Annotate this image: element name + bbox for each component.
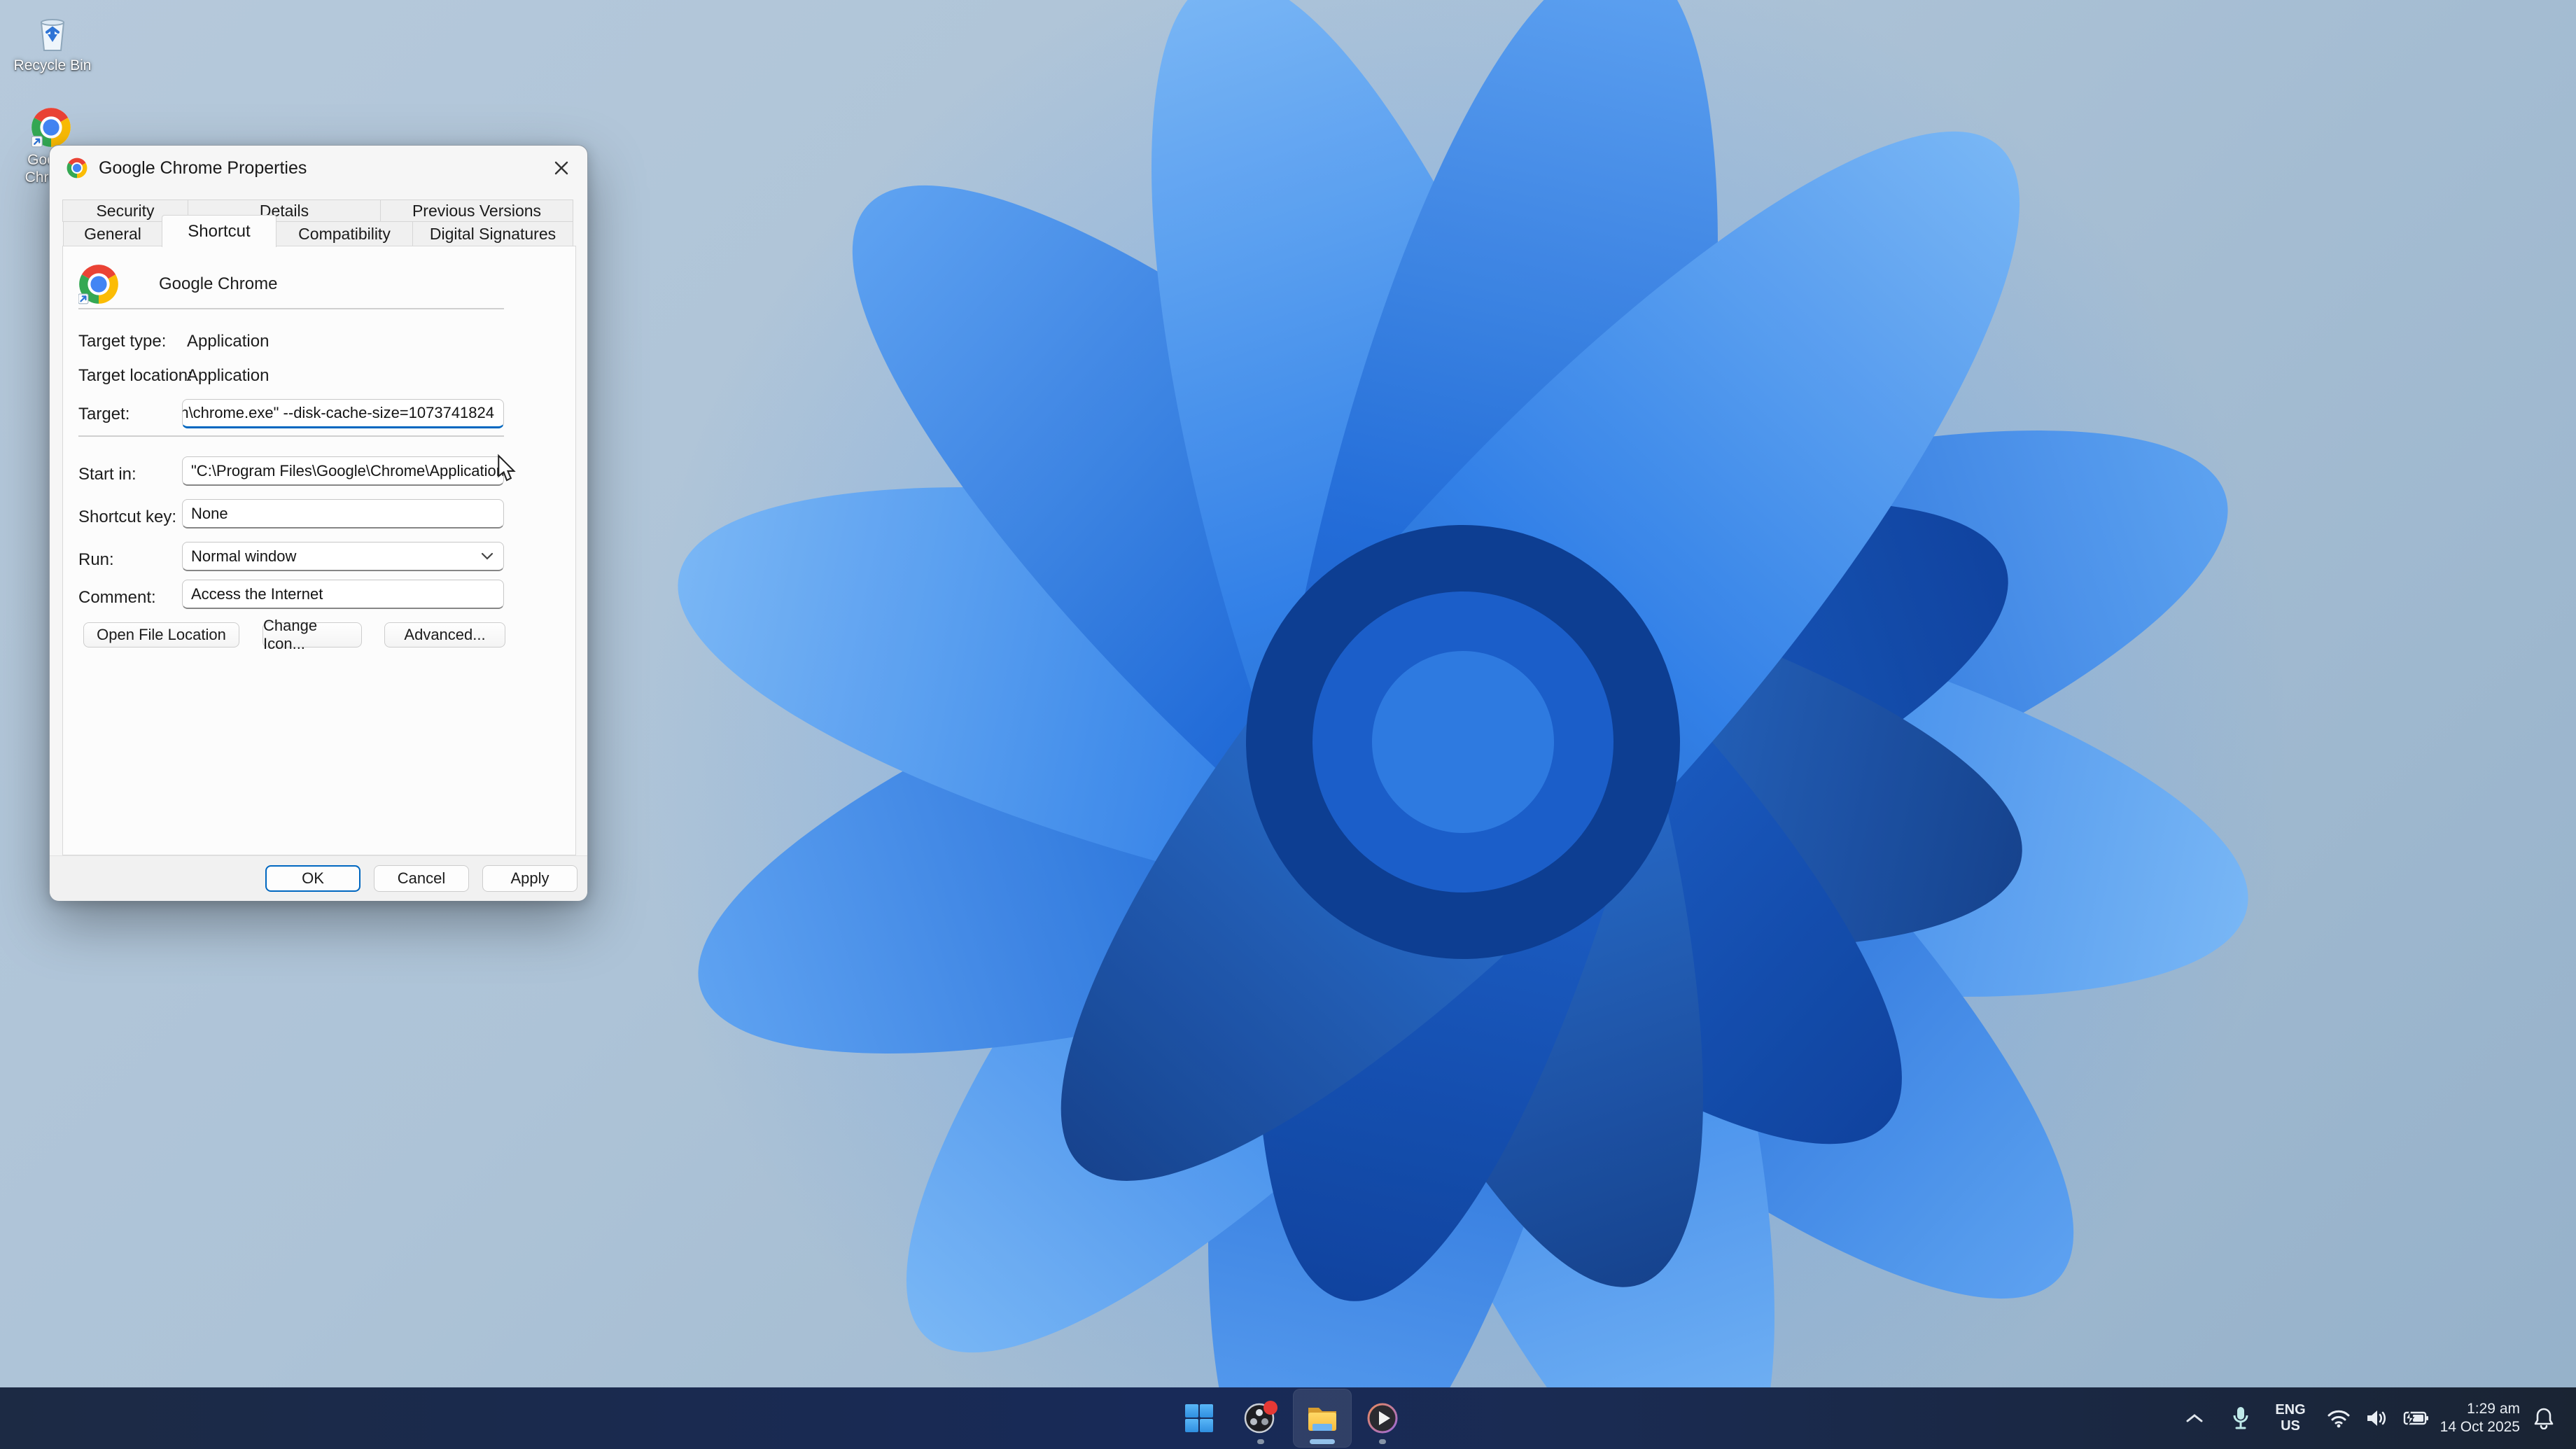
change-icon-button[interactable]: Change Icon...	[262, 617, 362, 652]
mouse-cursor	[498, 454, 516, 482]
speaker-icon	[2367, 1410, 2386, 1426]
dialog-titlebar[interactable]: Google Chrome Properties	[50, 146, 587, 190]
tab-shortcut[interactable]: Shortcut	[162, 215, 276, 247]
target-label: Target:	[78, 405, 130, 424]
obs-studio-button[interactable]	[1231, 1389, 1290, 1448]
tab-general[interactable]: General	[63, 221, 162, 246]
separator	[78, 308, 504, 309]
file-explorer-button[interactable]	[1293, 1389, 1352, 1448]
advanced-button[interactable]: Advanced...	[384, 622, 505, 648]
chevron-up-icon	[2186, 1414, 2203, 1422]
tray-overflow-button[interactable]	[2176, 1387, 2213, 1449]
chrome-app-icon	[78, 264, 119, 304]
recycle-bin-icon	[40, 19, 65, 51]
shortcut-key-label: Shortcut key:	[78, 507, 177, 526]
apply-button[interactable]: Apply	[482, 865, 578, 892]
notification-center-button[interactable]	[2524, 1387, 2563, 1449]
target-location-label: Target location:	[78, 366, 192, 385]
dialog-footer: OK Cancel Apply	[50, 855, 587, 901]
media-player-button[interactable]	[1353, 1389, 1412, 1448]
tab-previous-versions[interactable]: Previous Versions	[380, 200, 573, 222]
target-input[interactable]: ation\chrome.exe" --disk-cache-size=1073…	[182, 399, 504, 428]
microphone-icon	[2233, 1407, 2248, 1429]
target-type-label: Target type:	[78, 332, 167, 351]
chrome-titlebar-icon	[66, 158, 88, 178]
language-indicator[interactable]: ENG US	[2265, 1387, 2316, 1449]
target-location-value: Application	[187, 366, 270, 385]
separator	[78, 435, 504, 437]
media-player-icon	[1367, 1403, 1398, 1434]
target-type-value: Application	[187, 332, 270, 351]
recycle-bin-desktop-icon[interactable]: Recycle Bin	[10, 13, 94, 74]
windows-start-icon	[1185, 1404, 1213, 1432]
chevron-down-icon	[481, 552, 493, 560]
start-in-label: Start in:	[78, 465, 136, 484]
date: 14 Oct 2025	[2440, 1419, 2520, 1435]
start-button[interactable]	[1170, 1389, 1228, 1448]
active-window-indicator	[1310, 1439, 1335, 1444]
chrome-properties-dialog: Google Chrome Properties Security Detail…	[49, 145, 588, 901]
desktop: Recycle Bin Google Chrome Google Chrome …	[0, 0, 2576, 1449]
start-in-input[interactable]: "C:\Program Files\Google\Chrome\Applicat…	[182, 456, 504, 486]
run-label: Run:	[78, 550, 114, 569]
cancel-button[interactable]: Cancel	[374, 865, 469, 892]
run-dropdown[interactable]: Normal window	[182, 542, 504, 571]
open-file-location-button[interactable]: Open File Location	[83, 622, 239, 648]
dialog-title: Google Chrome Properties	[99, 158, 307, 178]
clock[interactable]: 1:29 am 14 Oct 2025	[2415, 1387, 2520, 1449]
wifi-icon	[2328, 1410, 2350, 1428]
running-indicator	[1257, 1439, 1264, 1444]
time: 1:29 am	[2467, 1401, 2520, 1417]
close-button[interactable]	[545, 153, 578, 183]
shortcut-tab-page: Google Chrome Target type: Application T…	[62, 246, 576, 855]
voice-access-button[interactable]	[2222, 1387, 2260, 1449]
notification-bell-icon	[2534, 1408, 2554, 1429]
recycle-bin-label: Recycle Bin	[13, 57, 92, 74]
network-button[interactable]	[2320, 1387, 2358, 1449]
ok-button[interactable]: OK	[265, 865, 360, 892]
comment-label: Comment:	[78, 588, 156, 607]
running-indicator	[1379, 1439, 1386, 1444]
volume-button[interactable]	[2358, 1387, 2395, 1449]
shortcut-key-input[interactable]: None	[182, 499, 504, 528]
tab-compatibility[interactable]: Compatibility	[276, 221, 413, 246]
chrome-icon	[31, 107, 71, 148]
app-name: Google Chrome	[159, 274, 278, 293]
taskbar: ENG US 1:29 am 14 Oct 2025	[0, 1387, 2576, 1449]
file-explorer-icon	[1308, 1408, 1336, 1431]
obs-studio-icon	[1244, 1401, 1278, 1434]
tab-digital-signatures[interactable]: Digital Signatures	[412, 221, 573, 246]
comment-input[interactable]: Access the Internet	[182, 580, 504, 609]
close-icon	[554, 161, 568, 175]
